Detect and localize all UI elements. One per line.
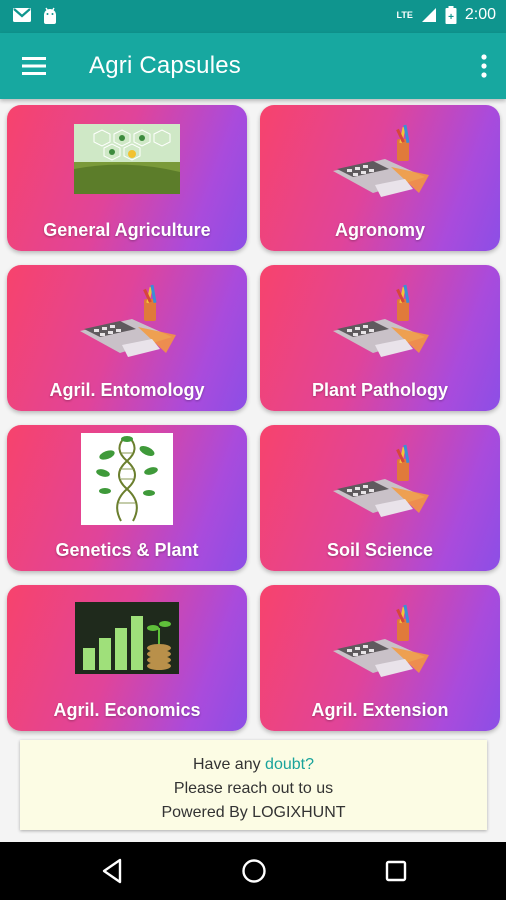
- doubt-link[interactable]: doubt?: [265, 756, 314, 773]
- gmail-icon: [13, 8, 31, 22]
- category-card-plant-pathology[interactable]: Plant Pathology: [260, 265, 500, 411]
- recents-icon[interactable]: [385, 858, 407, 884]
- stationery-calculator-image: [80, 284, 176, 357]
- navigation-bar: [0, 842, 506, 900]
- category-label: Agril. Extension: [311, 700, 449, 720]
- category-label: Soil Science: [326, 540, 434, 560]
- dna-plant-image: [81, 433, 173, 525]
- category-label: Agril. Economics: [53, 700, 201, 720]
- stationery-calculator-image: [333, 604, 429, 677]
- powered-by-text: Powered By LOGIXHUNT: [161, 804, 346, 821]
- svg-text:+: +: [448, 12, 454, 23]
- farm-technology-image: [74, 124, 180, 194]
- hamburger-menu-icon[interactable]: [22, 54, 48, 78]
- category-label: General Agriculture: [43, 220, 211, 240]
- coins-plants-image: [75, 602, 179, 674]
- stationery-calculator-image: [333, 124, 429, 197]
- category-card-agril-extension[interactable]: Agril. Extension: [260, 585, 500, 731]
- android-icon: [44, 7, 56, 24]
- signal-icon: [421, 8, 436, 22]
- clock: 2:00: [464, 6, 496, 23]
- status-bar: LTE + 2:00: [0, 0, 506, 33]
- category-card-agronomy[interactable]: Agronomy: [260, 105, 500, 251]
- stationery-calculator-image: [333, 444, 429, 517]
- category-label: Plant Pathology: [311, 380, 448, 400]
- network-label: LTE: [396, 10, 413, 20]
- reach-out-text: Please reach out to us: [173, 780, 334, 797]
- category-label: Agril. Entomology: [49, 380, 205, 400]
- category-label: Genetics & Plant: [55, 540, 199, 560]
- more-vertical-icon[interactable]: [480, 53, 488, 79]
- battery-icon: +: [445, 6, 457, 24]
- back-icon[interactable]: [100, 858, 124, 884]
- stationery-calculator-image: [333, 284, 429, 357]
- category-card-genetics-plant[interactable]: Genetics & Plant: [7, 425, 247, 571]
- doubt-prefix: Have any: [193, 756, 266, 773]
- category-card-soil-science[interactable]: Soil Science: [260, 425, 500, 571]
- category-card-agril-economics[interactable]: Agril. Economics: [7, 585, 247, 731]
- category-card-agril-entomology[interactable]: Agril. Entomology: [7, 265, 247, 411]
- category-label: Agronomy: [335, 220, 425, 240]
- app-bar: Agri Capsules: [0, 33, 506, 99]
- contact-info-box: Have any doubt? Please reach out to us P…: [20, 740, 487, 830]
- home-icon[interactable]: [241, 858, 267, 884]
- category-card-general-agriculture[interactable]: General Agriculture: [7, 105, 247, 251]
- doubt-line: Have any doubt?: [20, 753, 487, 777]
- page-title: Agri Capsules: [89, 52, 242, 79]
